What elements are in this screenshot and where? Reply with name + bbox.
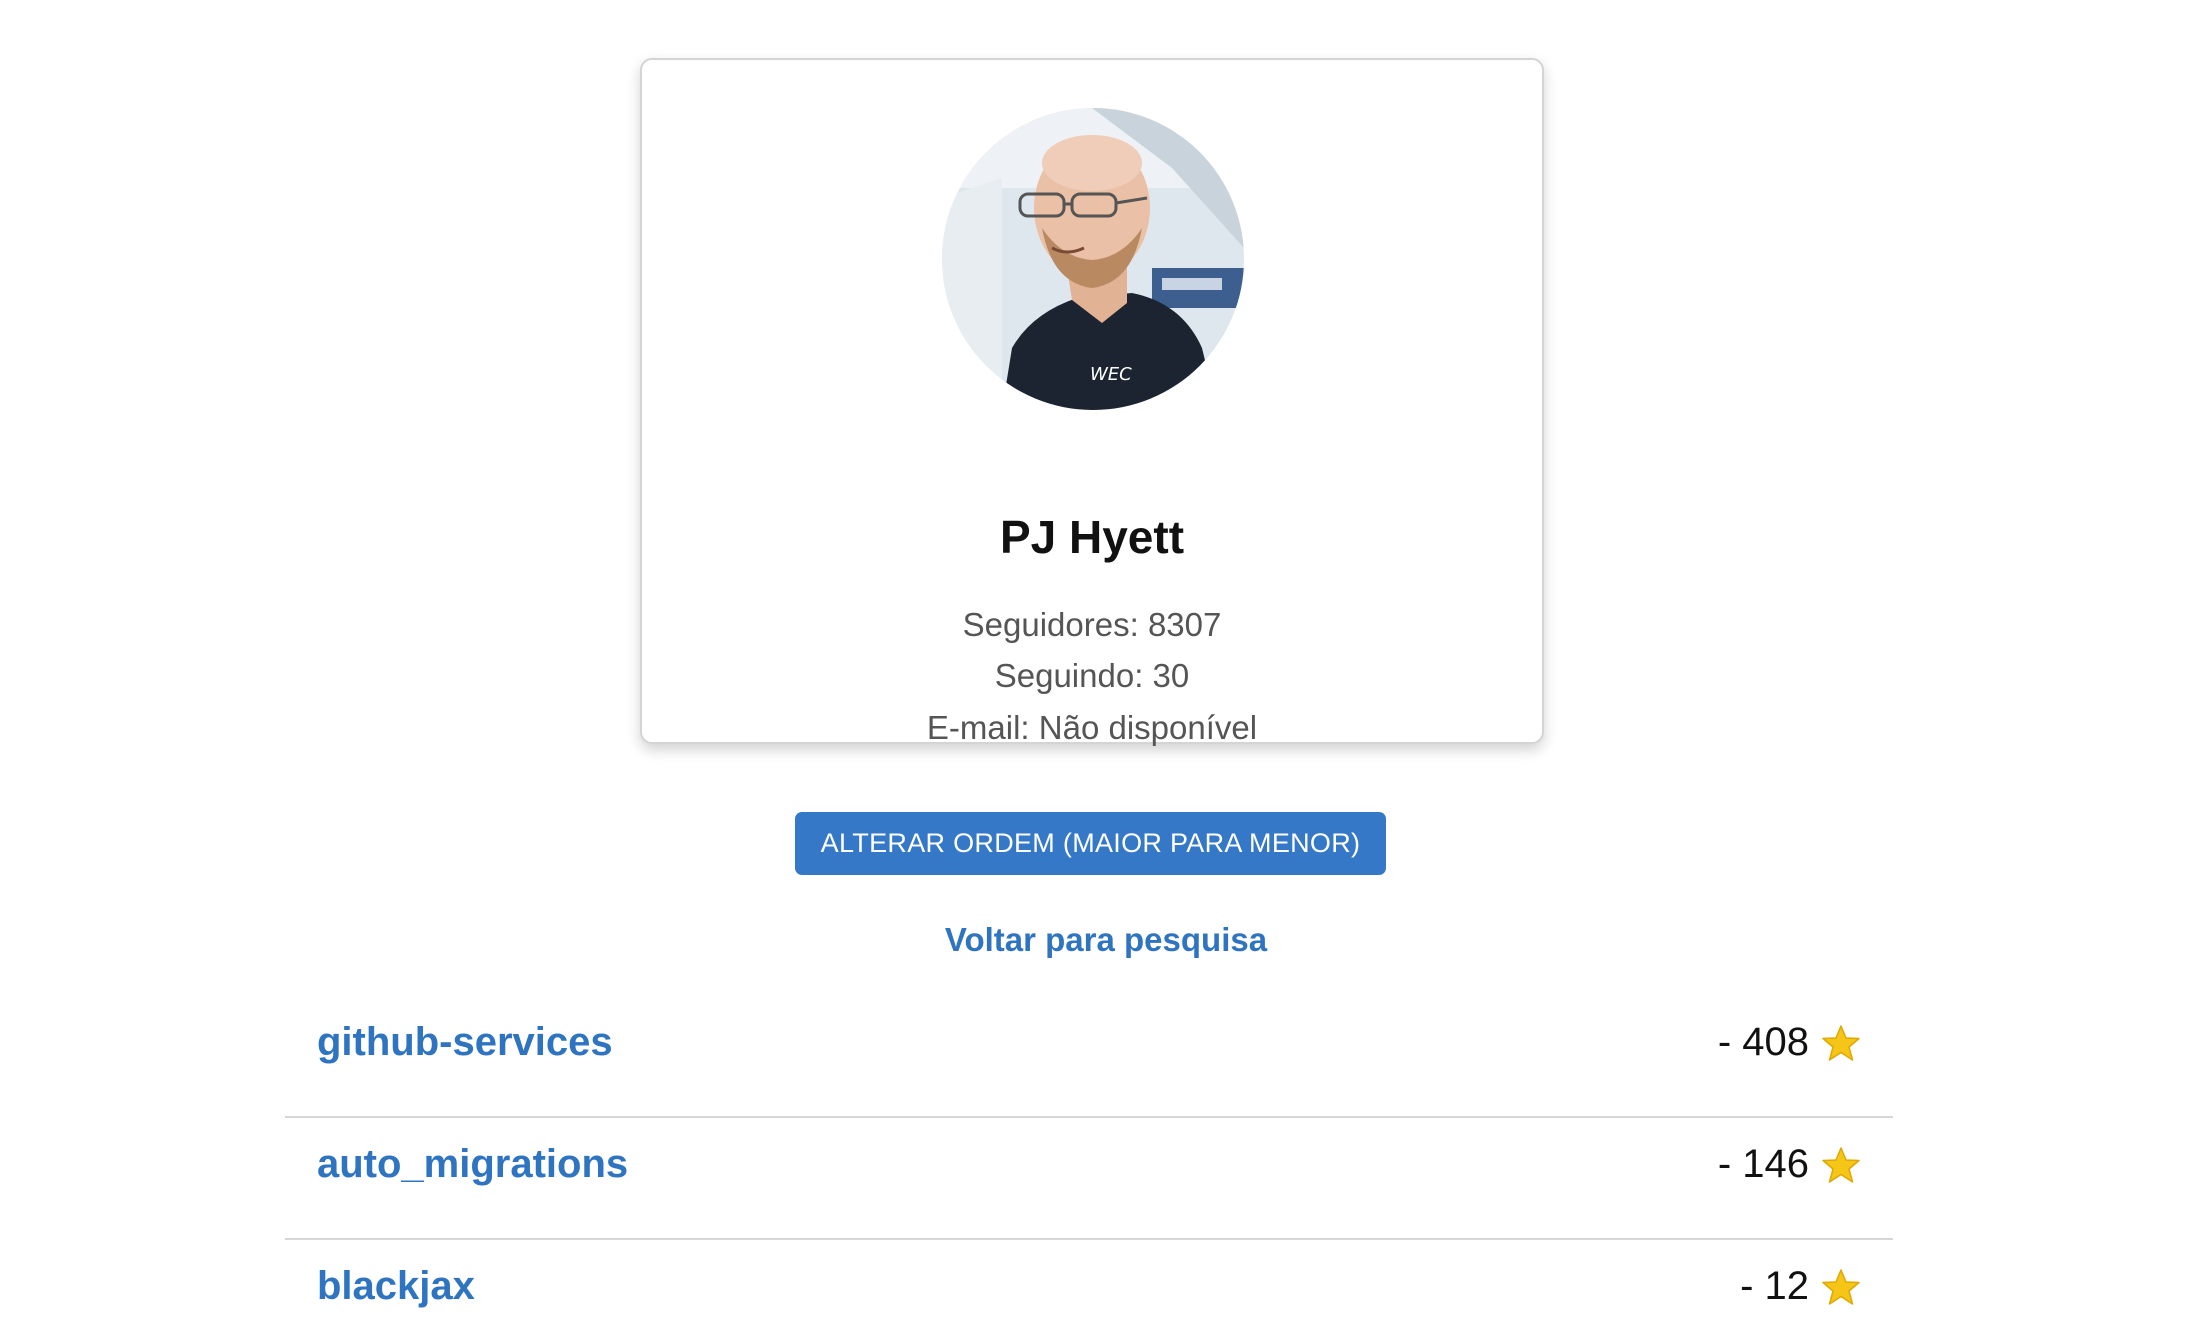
followers-value: 8307 [1147, 606, 1222, 643]
repository-link[interactable]: auto_migrations [317, 1142, 628, 1187]
stars-count: - 146 [1718, 1142, 1861, 1187]
change-order-button[interactable]: ALTERAR ORDEM (MAIOR PARA MENOR) [795, 812, 1386, 875]
email-info: E-mail: Não disponível [642, 709, 1542, 747]
repository-profile-page: WEC PJ Hyett Seguidores: 8307 Seguindo: 30… [0, 0, 2212, 1336]
profile-card: WEC PJ Hyett Seguidores: 8307 Seguindo: 30… [640, 58, 1544, 747]
repository-link[interactable]: blackjax [317, 1264, 475, 1309]
profile-name: PJ Hyett [999, 511, 1185, 563]
star-icon [1822, 1268, 1860, 1305]
following-value: 30 [1152, 657, 1190, 694]
following-label: Seguindo: [994, 657, 1144, 694]
svg-text:WEC: WEC [1090, 364, 1132, 385]
email-label: E-mail: [926, 709, 1030, 746]
following-count: Seguindo: 30 [642, 657, 1542, 695]
repository-link[interactable]: github-services [317, 1020, 613, 1065]
email-value: Não disponível [1038, 709, 1258, 746]
list-item: github-services - 408 [285, 996, 1893, 1118]
star-icon [1822, 1024, 1860, 1061]
repository-list: github-services - 408 auto_migrations - … [285, 996, 1893, 1336]
stars-value: - 12 [1740, 1264, 1809, 1308]
stars-value: - 408 [1717, 1020, 1809, 1064]
followers-label: Seguidores: [962, 606, 1139, 643]
stars-value: - 146 [1717, 1142, 1809, 1186]
list-item: auto_migrations - 146 [285, 1118, 1893, 1240]
followers-count: Seguidores: 8307 [642, 606, 1542, 644]
star-icon [1822, 1146, 1860, 1183]
back-to-search-link[interactable]: Voltar para pesquisa [0, 921, 2212, 959]
list-item: blackjax - 12 [285, 1240, 1893, 1336]
stars-count: - 12 [1740, 1264, 1861, 1309]
user-photo-icon: WEC [942, 108, 1244, 410]
avatar: WEC [942, 108, 1244, 410]
stars-count: - 408 [1718, 1020, 1861, 1065]
